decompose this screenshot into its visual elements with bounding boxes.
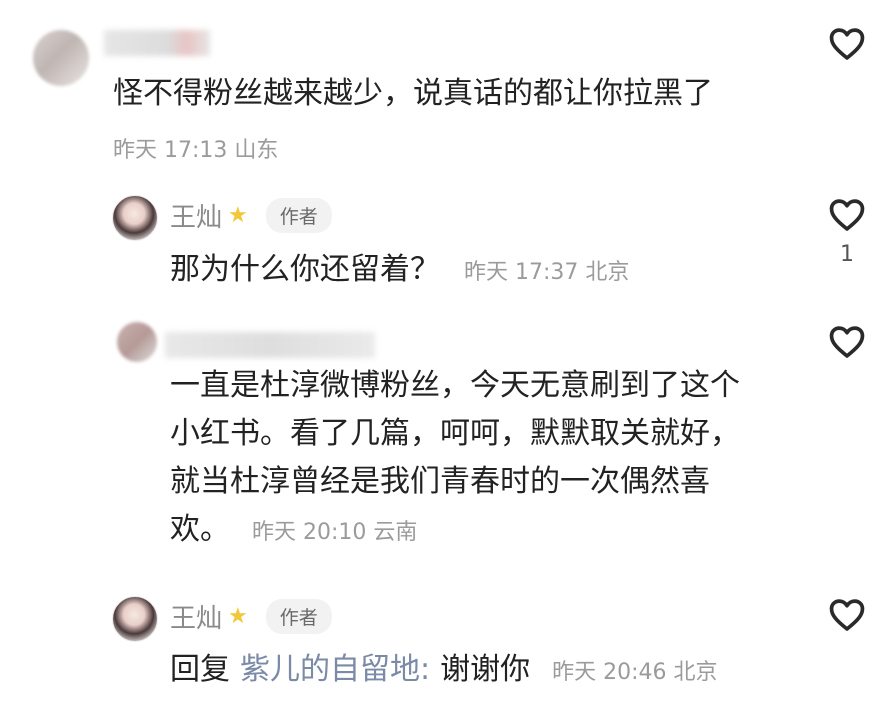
- commenter-avatar[interactable]: [117, 322, 157, 362]
- comment-meta: 昨天 20:10 云南: [252, 520, 418, 545]
- comment-text-line: 小红书。看了几篇，呵呵，默默取关就好，: [170, 416, 740, 451]
- like-count: 1: [840, 242, 854, 267]
- comment-text-line: 一直是杜淳微博粉丝，今天无意刷到了这个: [170, 368, 740, 403]
- reply-line: 那为什么你还留着？ 昨天 17:37 北京: [170, 246, 629, 294]
- comment-text-block: 一直是杜淳微博粉丝，今天无意刷到了这个 小红书。看了几篇，呵呵，默默取关就好， …: [170, 362, 740, 557]
- author-avatar[interactable]: [112, 195, 158, 241]
- crown-badge-icon: ★: [228, 203, 248, 228]
- reply-text: 谢谢你: [440, 652, 531, 687]
- comment-meta: 昨天 17:13 山东: [113, 138, 279, 163]
- crown-badge-icon: ★: [228, 604, 248, 629]
- reply-prefix: 回复: [170, 652, 230, 687]
- comment-meta: 昨天 20:46 北京: [552, 660, 718, 685]
- commenter-name-blurred[interactable]: [165, 332, 375, 358]
- like-heart-icon[interactable]: [828, 198, 866, 232]
- author-name[interactable]: 王灿: [170, 598, 222, 635]
- like-heart-icon[interactable]: [828, 27, 866, 61]
- comment-text-line: 就当杜淳曾经是我们青春时的一次偶然喜: [170, 464, 710, 499]
- reply-text: 那为什么你还留着？: [170, 252, 440, 287]
- author-tag: 作者: [265, 198, 332, 233]
- author-header: 王灿 ★ 作者: [170, 598, 332, 635]
- author-tag: 作者: [265, 599, 332, 634]
- reply-line: 回复 紫儿的自留地: 谢谢你 昨天 20:46 北京: [170, 646, 718, 694]
- like-heart-icon[interactable]: [828, 598, 866, 632]
- commenter-avatar[interactable]: [33, 30, 89, 86]
- comment-meta: 昨天 17:37 北京: [464, 260, 630, 285]
- author-avatar[interactable]: [112, 596, 158, 642]
- author-name[interactable]: 王灿: [170, 197, 222, 234]
- comment-text-line: 欢。: [170, 512, 230, 547]
- author-header: 王灿 ★ 作者: [170, 197, 332, 234]
- reply-target-user[interactable]: 紫儿的自留地:: [240, 646, 430, 694]
- like-heart-icon[interactable]: [828, 325, 866, 359]
- comment-text: 怪不得粉丝越来越少，说真话的都让你拉黑了: [113, 76, 713, 111]
- commenter-name-blurred[interactable]: [104, 30, 210, 56]
